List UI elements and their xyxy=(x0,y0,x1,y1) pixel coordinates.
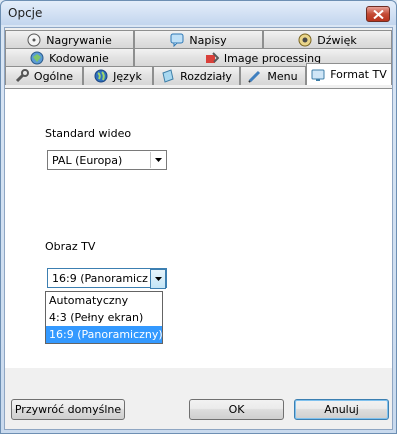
chevron-down-icon[interactable] xyxy=(150,269,166,289)
tab-label: Ogólne xyxy=(33,69,74,83)
dropdown-option-4-3[interactable]: 4:3 (Pełny ekran) xyxy=(46,309,162,326)
dropdown-option-16-9[interactable]: 16:9 (Panoramiczny) xyxy=(46,326,163,343)
tab-label: Kodowanie xyxy=(49,51,109,65)
obraz-tv-value: 16:9 (Panoramiczny) xyxy=(52,272,148,285)
tab-ogolne[interactable]: Ogólne xyxy=(5,66,83,85)
disc-icon xyxy=(27,33,41,47)
speech-bubble-icon xyxy=(170,33,184,48)
tab-nagrywanie[interactable]: Nagrywanie xyxy=(5,30,134,49)
obraz-tv-select[interactable]: 16:9 (Panoramiczny) xyxy=(47,268,167,289)
tab-label: Napisy xyxy=(189,33,227,47)
chevron-down-icon[interactable] xyxy=(150,152,165,168)
tab-napisy[interactable]: Napisy xyxy=(134,30,263,49)
tab-label: Dźwięk xyxy=(317,33,357,47)
speaker-icon xyxy=(298,33,312,47)
tab-kodowanie[interactable]: Kodowanie xyxy=(5,48,134,67)
dialog-client-area: Nagrywanie Napisy Dźwięk Kodowanie Image… xyxy=(4,27,393,430)
tab-format-tv[interactable]: Format TV xyxy=(306,63,392,85)
tab-label: Menu xyxy=(267,69,298,83)
standard-wideo-value: PAL (Europa) xyxy=(52,154,123,167)
standard-wideo-select[interactable]: PAL (Europa) xyxy=(47,150,167,170)
tab-dzwiek[interactable]: Dźwięk xyxy=(263,30,392,49)
tab-menu[interactable]: Menu xyxy=(240,66,306,85)
cancel-button[interactable]: Anuluj xyxy=(294,399,389,420)
close-icon xyxy=(373,10,384,19)
tab-label: Rozdziały xyxy=(180,69,232,83)
image-processing-icon xyxy=(205,51,220,65)
tab-label: Format TV xyxy=(330,68,387,81)
ok-button[interactable]: OK xyxy=(189,399,284,420)
restore-defaults-button[interactable]: Przywróć domyślne xyxy=(11,399,125,420)
obraz-tv-dropdown-list: Automatyczny 4:3 (Pełny ekran) 16:9 (Pan… xyxy=(45,291,163,344)
globe-icon xyxy=(94,69,108,83)
options-dialog: Opcje Nagrywanie Napisy Dźwięk Kodowanie… xyxy=(0,0,397,434)
encoding-icon xyxy=(30,51,44,65)
close-button[interactable] xyxy=(366,6,390,22)
wrench-icon xyxy=(15,69,29,83)
title-bar[interactable]: Opcje xyxy=(1,1,396,25)
dropdown-option-automatyczny[interactable]: Automatyczny xyxy=(46,292,162,309)
window-title: Opcje xyxy=(8,6,43,20)
pencil-icon xyxy=(248,69,262,83)
chapters-icon xyxy=(161,69,175,83)
obraz-tv-label: Obraz TV xyxy=(45,240,96,253)
monitor-icon xyxy=(311,68,325,82)
tab-label: Nagrywanie xyxy=(46,33,112,47)
standard-wideo-label: Standard wideo xyxy=(45,127,132,140)
tab-label: Język xyxy=(113,69,142,83)
tab-rozdzialy[interactable]: Rozdziały xyxy=(153,66,240,85)
tab-jezyk[interactable]: Język xyxy=(83,66,153,85)
